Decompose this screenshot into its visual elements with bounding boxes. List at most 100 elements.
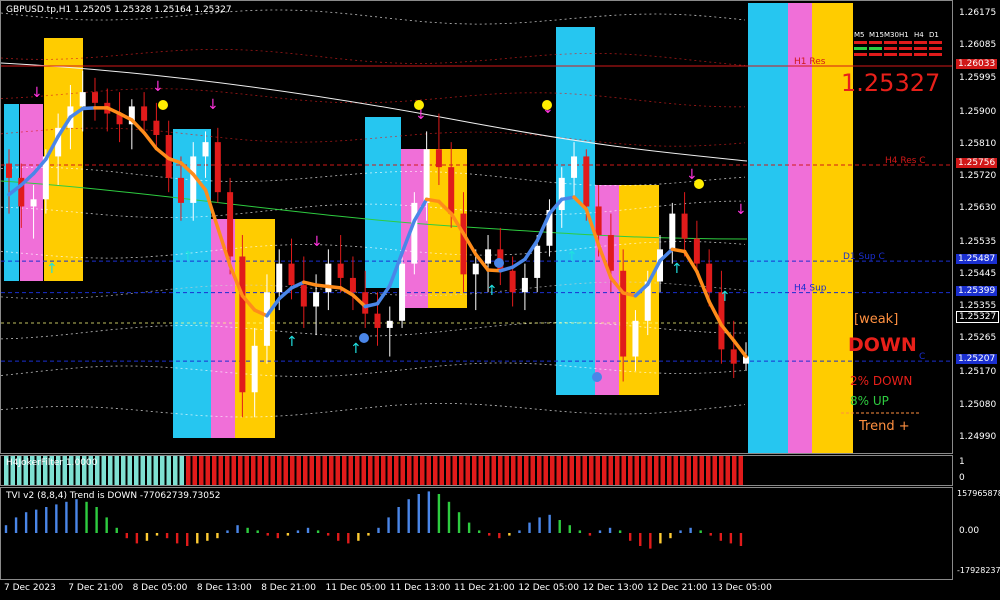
buy-arrow-icon: ↑ bbox=[350, 341, 362, 357]
joker-bar bbox=[686, 456, 691, 485]
tvi-title: TVI v2 (8,8,4) Trend is DOWN -77062739.7… bbox=[6, 491, 221, 501]
price-tick: 1.25265 bbox=[959, 333, 997, 344]
candle-body bbox=[583, 156, 590, 207]
price-tick: 1.25810 bbox=[959, 138, 997, 149]
buy-arrow-icon: ↑ bbox=[671, 261, 683, 277]
candle-body bbox=[141, 106, 148, 121]
joker-bar bbox=[368, 456, 373, 485]
joker-bar bbox=[452, 456, 457, 485]
tf-cell-down bbox=[869, 41, 882, 44]
trend-line-segment bbox=[80, 106, 97, 111]
joker-bar bbox=[537, 456, 542, 485]
candle-body bbox=[276, 263, 283, 293]
joker-bar bbox=[465, 456, 470, 485]
price-tick: 1.26085 bbox=[959, 40, 997, 51]
timeframe-label: D1 bbox=[929, 31, 939, 39]
candle-body bbox=[349, 277, 356, 293]
tvi-tick-max: 157965878 bbox=[957, 489, 1000, 498]
tf-cell bbox=[869, 47, 882, 50]
joker-bar bbox=[108, 456, 113, 485]
signal-down-percent: 2% DOWN bbox=[850, 374, 912, 388]
buy-arrow-icon: ↑ bbox=[286, 334, 298, 350]
tf-cell-down bbox=[899, 53, 912, 56]
price-tick: 1.24990 bbox=[959, 431, 997, 442]
level-label: C bbox=[919, 352, 925, 362]
price-tag: 1.25756 bbox=[956, 158, 998, 168]
joker-bar bbox=[433, 456, 438, 485]
signal-dot bbox=[359, 333, 369, 343]
time-tick: 12 Dec 05:00 bbox=[518, 583, 579, 593]
candle-body bbox=[620, 270, 627, 357]
candle-body bbox=[288, 263, 295, 286]
joker-bar bbox=[517, 456, 522, 485]
time-tick: 12 Dec 13:00 bbox=[582, 583, 644, 593]
tf-cell-down bbox=[884, 41, 897, 44]
joker-bar bbox=[355, 456, 360, 485]
joker-bar bbox=[316, 456, 321, 485]
joker-bar bbox=[569, 456, 574, 485]
price-tick: 1.25720 bbox=[959, 170, 997, 181]
candle-body bbox=[263, 292, 270, 346]
trend-line-segment bbox=[560, 195, 576, 202]
joker-filter-pane[interactable]: H4JokerFilter 1.0000 bbox=[0, 455, 953, 486]
joker-bar bbox=[199, 456, 204, 485]
joker-bar bbox=[218, 456, 223, 485]
joker-bar bbox=[641, 456, 646, 485]
joker-bar bbox=[147, 456, 152, 485]
tvi-pane[interactable]: TVI v2 (8,8,4) Trend is DOWN -77062739.7… bbox=[0, 487, 953, 580]
joker-bar bbox=[478, 456, 483, 485]
tf-cell-down bbox=[854, 41, 867, 44]
joker-filter-title: H4JokerFilter 1.0000 bbox=[6, 458, 98, 468]
time-tick: 11 Dec 13:00 bbox=[389, 583, 451, 593]
trend-line-segment bbox=[510, 257, 527, 269]
time-axis: 7 Dec 2023 7 Dec 21:00 8 Dec 05:00 8 Dec 13… bbox=[0, 580, 953, 600]
candle-body bbox=[30, 199, 37, 207]
joker-bar bbox=[485, 456, 490, 485]
timeframe-label: H4 bbox=[914, 31, 924, 39]
joker-tick-1: 1 bbox=[959, 457, 965, 467]
candle-body bbox=[607, 235, 614, 271]
level-label: H1 Res bbox=[794, 57, 826, 67]
price-chart-pane[interactable]: H1 ResH4 Res CD1 Sup CH4 SupC↓↓↓↓↓↓↓↓↑↑↑… bbox=[0, 0, 953, 454]
joker-bar bbox=[277, 456, 282, 485]
candle-body bbox=[386, 320, 393, 328]
time-tick: 8 Dec 05:00 bbox=[132, 583, 188, 593]
current-price-large: 1.25327 bbox=[841, 69, 940, 97]
joker-bar bbox=[225, 456, 230, 485]
joker-bar bbox=[732, 456, 737, 485]
joker-bar bbox=[615, 456, 620, 485]
trend-line-segment bbox=[314, 283, 331, 289]
joker-bar bbox=[303, 456, 308, 485]
tf-cell-down bbox=[884, 53, 897, 56]
candle-body bbox=[669, 213, 676, 250]
candle-body bbox=[485, 249, 492, 264]
joker-bar bbox=[283, 456, 288, 485]
joker-bar bbox=[680, 456, 685, 485]
candle-body bbox=[300, 285, 307, 307]
joker-bar bbox=[491, 456, 496, 485]
joker-bar bbox=[634, 456, 639, 485]
buy-arrow-icon: ↑ bbox=[182, 249, 194, 265]
time-tick: 12 Dec 21:00 bbox=[647, 583, 708, 593]
candle-body bbox=[177, 177, 184, 203]
candle-body bbox=[251, 345, 258, 393]
joker-bar bbox=[543, 456, 548, 485]
joker-bar bbox=[472, 456, 477, 485]
joker-bar bbox=[387, 456, 392, 485]
candle-body bbox=[337, 263, 344, 278]
joker-bar bbox=[361, 456, 366, 485]
candle-body bbox=[91, 92, 98, 103]
joker-bar bbox=[413, 456, 418, 485]
price-tick: 1.25355 bbox=[959, 301, 997, 312]
joker-bar bbox=[160, 456, 165, 485]
joker-bar bbox=[153, 456, 158, 485]
candle-body bbox=[681, 213, 688, 239]
joker-filter-histogram bbox=[4, 456, 743, 485]
joker-bar bbox=[725, 456, 730, 485]
joker-bar bbox=[335, 456, 340, 485]
joker-bar bbox=[589, 456, 594, 485]
joker-bar bbox=[556, 456, 561, 485]
joker-bar bbox=[693, 456, 698, 485]
joker-bar bbox=[706, 456, 711, 485]
joker-bar bbox=[738, 456, 743, 485]
